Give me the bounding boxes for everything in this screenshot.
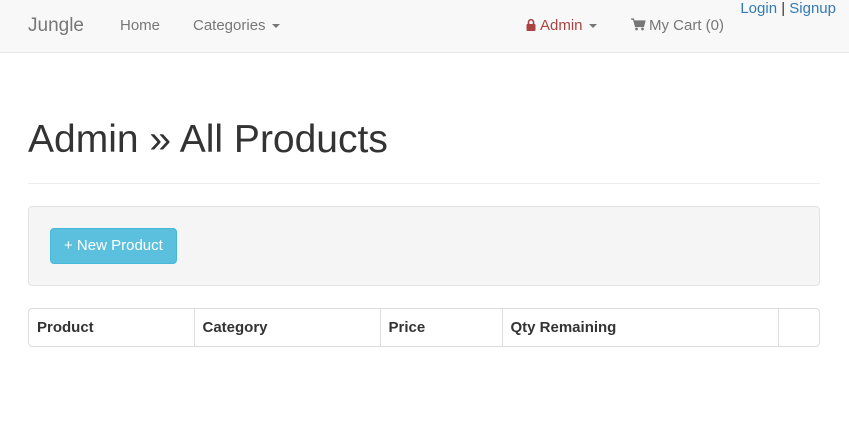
column-header-product: Product (37, 319, 94, 336)
nav-categories-dropdown[interactable]: Categories (193, 17, 280, 35)
caret-down-icon (271, 24, 280, 29)
auth-links: Login | Signup (740, 0, 836, 18)
nav-cart-link[interactable]: My Cart (0) (631, 17, 724, 36)
column-header-actions (777, 309, 819, 346)
column-header-category: Category (193, 309, 380, 346)
nav-admin-label: Admin (540, 17, 583, 34)
actions-panel: + New Product (28, 206, 820, 286)
caret-down-icon (588, 24, 597, 29)
auth-separator: | (781, 0, 786, 17)
new-product-button[interactable]: + New Product (50, 228, 177, 264)
nav-home-link[interactable]: Home (120, 17, 160, 35)
table-header-row: Product Category Price Qty Remaining (29, 309, 819, 346)
column-header-qty-remaining: Qty Remaining (501, 309, 778, 346)
nav-categories-label: Categories (193, 17, 266, 34)
lock-icon (526, 18, 536, 36)
nav-admin-dropdown[interactable]: Admin (526, 17, 597, 36)
column-header-price: Price (379, 309, 502, 346)
page-header: Admin » All Products (28, 112, 820, 184)
login-link[interactable]: Login (740, 0, 777, 17)
products-table: Product Category Price Qty Remaining (28, 308, 820, 347)
page-title: Admin » All Products (28, 118, 388, 161)
nav-cart-label: My Cart (0) (649, 17, 724, 34)
brand-link[interactable]: Jungle (28, 14, 84, 38)
top-navbar: Jungle Home Categories Admin My Cart (0)… (0, 0, 849, 53)
signup-link[interactable]: Signup (789, 0, 836, 17)
shopping-cart-icon (631, 18, 646, 36)
